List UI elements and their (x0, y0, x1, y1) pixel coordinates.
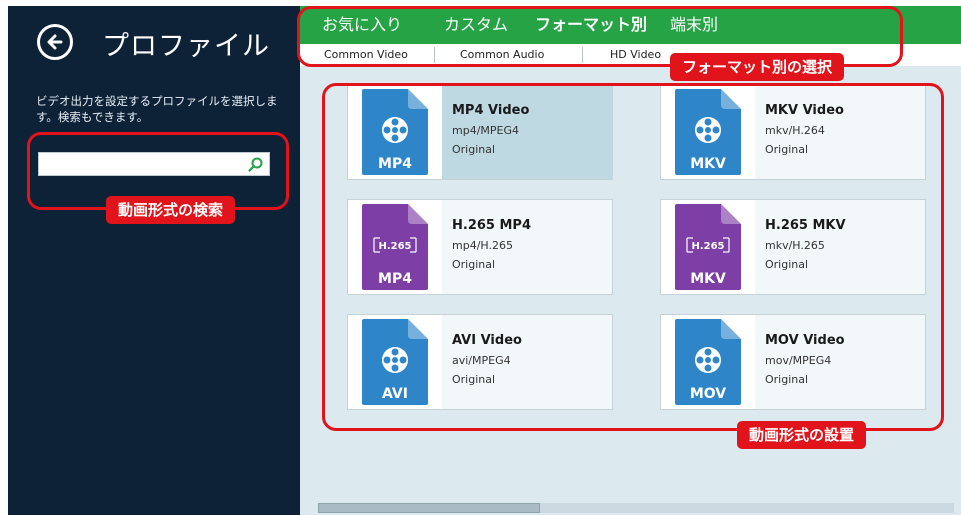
format-card[interactable]: H.265 MP4 H.265 MP4 mp4/H.265 Original (347, 199, 613, 295)
format-name: H.265 MKV (765, 218, 846, 233)
format-card[interactable]: AVI AVI Video avi/MPEG4 Original (347, 314, 613, 410)
svg-text:H.265: H.265 (378, 241, 411, 252)
format-codec: mkv/H.265 (765, 239, 825, 252)
format-quality: Original (452, 143, 496, 156)
format-name: MP4 Video (452, 103, 530, 118)
tab-custom[interactable]: カスタム (444, 6, 508, 44)
film-reel-icon: MKV (675, 89, 741, 175)
sidebar-description: ビデオ出力を設定するプロファイルを選択します。検索もできます。 (36, 94, 278, 124)
format-quality: Original (765, 258, 809, 271)
format-badge: MP4 (378, 156, 412, 172)
back-button[interactable] (37, 24, 73, 60)
tab-favorites[interactable]: お気に入り (322, 6, 402, 44)
format-icon-area: MP4 (348, 85, 442, 179)
svg-text:H.265: H.265 (691, 241, 724, 252)
tab-bar: お気に入り カスタム フォーマット別 端末別 (300, 6, 961, 44)
subtab-divider (434, 47, 435, 63)
format-badge: MKV (690, 156, 726, 172)
format-icon-area: MKV (661, 85, 755, 179)
format-quality: Original (765, 373, 809, 386)
search-icon[interactable] (248, 157, 263, 172)
tab-by-format[interactable]: フォーマット別 (535, 6, 647, 44)
format-card[interactable]: MKV MKV Video mkv/H.264 Original (660, 84, 926, 180)
format-card[interactable]: H.265 MKV H.265 MKV mkv/H.265 Original (660, 199, 926, 295)
format-icon-area: H.265 MKV (661, 200, 755, 294)
h265-icon: H.265 MP4 (362, 204, 428, 290)
format-quality: Original (452, 373, 496, 386)
horizontal-scrollbar[interactable] (318, 503, 954, 513)
film-reel-icon: MP4 (362, 89, 428, 175)
format-name: MOV Video (765, 333, 845, 348)
format-icon-area: MOV (661, 315, 755, 409)
sidebar: プロファイル ビデオ出力を設定するプロファイルを選択します。検索もできます。 (8, 6, 300, 515)
format-quality: Original (765, 143, 809, 156)
h265-icon: H.265 MKV (675, 204, 741, 290)
subtab-divider (582, 47, 583, 63)
subtab-common-video[interactable]: Common Video (324, 44, 408, 66)
format-card[interactable]: MP4 MP4 Video mp4/MPEG4 Original (347, 84, 613, 180)
format-name: AVI Video (452, 333, 522, 348)
arrow-left-icon (47, 34, 63, 50)
page-title: プロファイル (102, 31, 270, 62)
search-annotation-label: 動画形式の検索 (106, 196, 236, 224)
format-badge: MKV (690, 271, 726, 287)
format-name: MKV Video (765, 103, 844, 118)
subtab-hd-video[interactable]: HD Video (610, 44, 661, 66)
format-codec: mp4/MPEG4 (452, 124, 519, 137)
format-codec: avi/MPEG4 (452, 354, 511, 367)
tabs-annotation-label: フォーマット別の選択 (670, 53, 845, 81)
format-codec: mov/MPEG4 (765, 354, 832, 367)
format-badge: MP4 (378, 271, 412, 287)
format-name: H.265 MP4 (452, 218, 531, 233)
format-codec: mp4/H.265 (452, 239, 513, 252)
subtab-common-audio[interactable]: Common Audio (460, 44, 544, 66)
format-icon-area: AVI (348, 315, 442, 409)
scrollbar-thumb[interactable] (318, 503, 540, 513)
film-reel-icon: AVI (362, 319, 428, 405)
film-reel-icon: MOV (675, 319, 741, 405)
format-codec: mkv/H.264 (765, 124, 825, 137)
format-card[interactable]: MOV MOV Video mov/MPEG4 Original (660, 314, 926, 410)
tab-by-device[interactable]: 端末別 (670, 6, 718, 44)
subtab-bar: Common Video Common Audio HD Video (300, 44, 961, 66)
search-box[interactable] (38, 152, 270, 176)
format-badge: MOV (690, 386, 726, 402)
formats-annotation-label: 動画形式の設置 (737, 421, 867, 449)
search-input[interactable] (39, 153, 251, 175)
format-badge: AVI (382, 386, 408, 402)
format-icon-area: H.265 MP4 (348, 200, 442, 294)
format-quality: Original (452, 258, 496, 271)
